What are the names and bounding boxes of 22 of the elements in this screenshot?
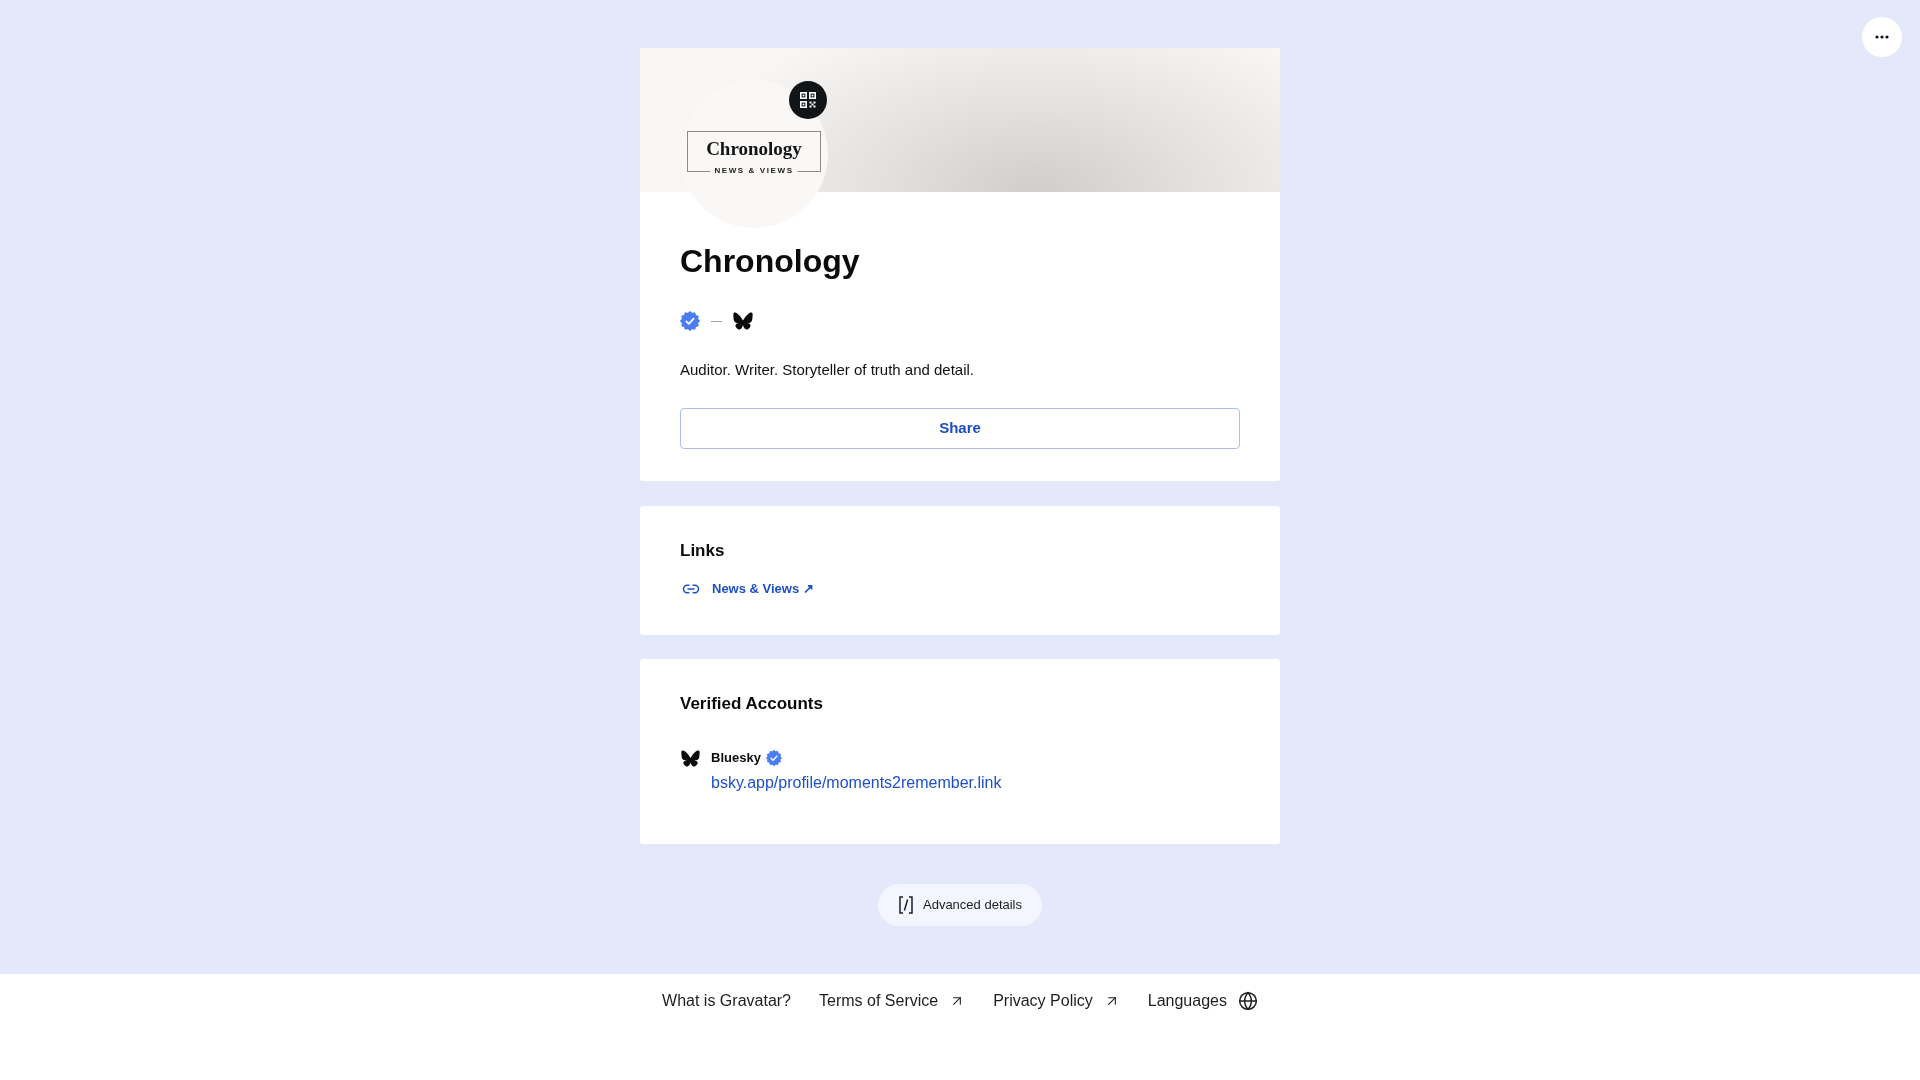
profile-bio: Auditor. Writer. Storyteller of truth and detail. xyxy=(680,360,975,380)
footer-link[interactable]: Privacy Policy xyxy=(993,990,1120,1012)
footer-link[interactable]: Languages xyxy=(1147,990,1258,1012)
section-title: Links xyxy=(680,540,725,562)
code-icon xyxy=(898,896,914,914)
footer-link[interactable]: Terms of Service xyxy=(819,990,966,1012)
butterfly-icon[interactable] xyxy=(733,312,753,330)
butterfly-icon xyxy=(680,749,700,767)
account-service-name: Bluesky xyxy=(711,749,761,767)
more-icon xyxy=(1875,35,1889,39)
logo-tagline: NEWS & VIEWS xyxy=(710,166,798,176)
qr-code-button[interactable] xyxy=(789,81,827,119)
footer-link[interactable]: What is Gravatar? xyxy=(662,990,791,1012)
profile-link[interactable]: News & Views ↗ xyxy=(712,579,814,599)
account-link[interactable]: bsky.app/profile/moments2remember.link xyxy=(711,772,1002,794)
advanced-details-button[interactable]: Advanced details xyxy=(878,884,1042,926)
logo-title: Chronology xyxy=(706,138,802,160)
share-button[interactable]: Share xyxy=(680,408,1240,449)
profile-name: Chronology xyxy=(680,242,860,281)
globe-icon xyxy=(1237,991,1258,1011)
section-title: Verified Accounts xyxy=(680,693,823,715)
qr-code-icon xyxy=(800,92,816,108)
